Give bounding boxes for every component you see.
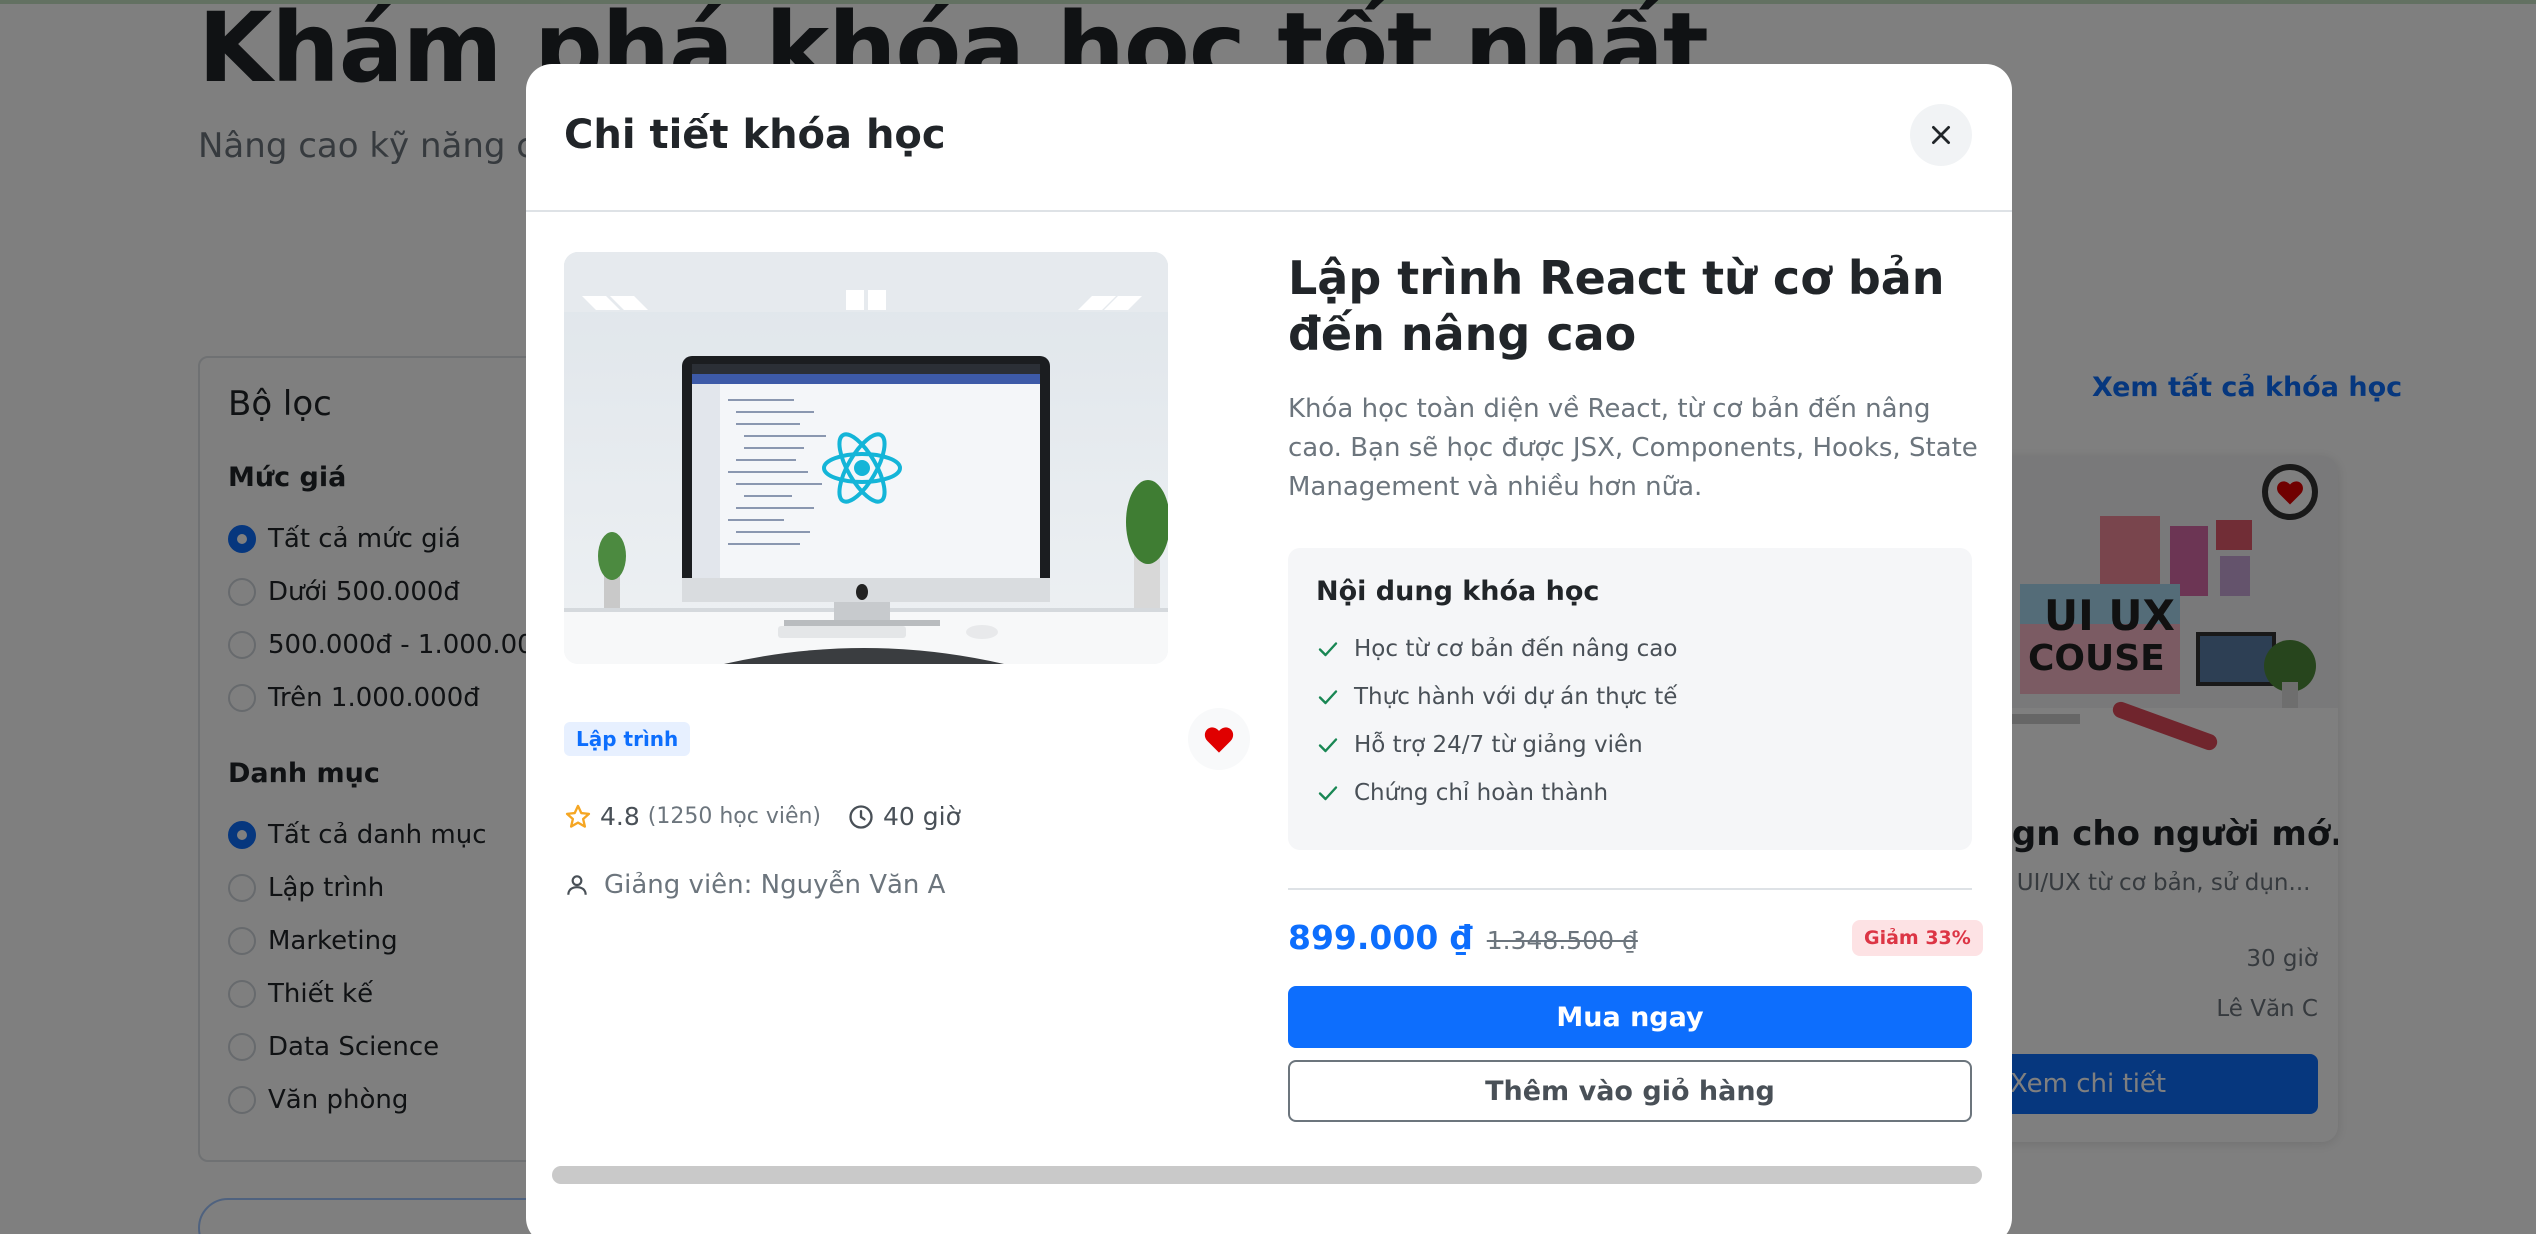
modal-header: Chi tiết khóa học xyxy=(526,64,2012,212)
course-image xyxy=(564,252,1168,664)
divider xyxy=(1288,888,1972,890)
instructor-row: Giảng viên: Nguyễn Văn A xyxy=(564,870,945,900)
content-item: Học từ cơ bản đến nâng cao xyxy=(1316,636,1677,662)
star-icon xyxy=(565,804,591,828)
check-icon xyxy=(1318,786,1338,801)
react-course-illustration xyxy=(564,252,1168,664)
price-row: 899.000 ₫ 1.348.500 ₫ xyxy=(1288,918,1638,957)
content-item: Chứng chỉ hoàn thành xyxy=(1316,780,1608,806)
close-button[interactable] xyxy=(1910,104,1972,166)
course-detail-modal: Chi tiết khóa học Lập trình 4.8 (1250 họ… xyxy=(526,64,2012,1234)
content-item-label: Thực hành với dự án thực tế xyxy=(1354,684,1678,710)
close-icon xyxy=(1932,126,1950,144)
content-item: Thực hành với dự án thực tế xyxy=(1316,684,1677,710)
buy-now-button[interactable]: Mua ngay xyxy=(1288,986,1972,1048)
students-count: (1250 học viên) xyxy=(647,804,822,829)
person-icon xyxy=(567,875,587,895)
content-item-label: Học từ cơ bản đến nâng cao xyxy=(1354,636,1678,662)
favorite-button[interactable] xyxy=(1188,708,1250,770)
heart-icon xyxy=(1204,727,1234,753)
check-icon xyxy=(1318,690,1338,705)
course-title: Lập trình React từ cơ bản đến nâng cao xyxy=(1288,251,1945,361)
category-badge: Lập trình xyxy=(564,722,691,756)
course-content-box: Nội dung khóa học Học từ cơ bản đến nâng… xyxy=(1288,548,1972,850)
course-hours: 40 giờ xyxy=(883,802,961,831)
current-price: 899.000 ₫ xyxy=(1288,918,1473,957)
add-to-cart-button[interactable]: Thêm vào giỏ hàng xyxy=(1288,1060,1972,1122)
rating-value: 4.8 xyxy=(600,802,640,831)
clock-icon xyxy=(849,804,873,829)
content-item: Hỗ trợ 24/7 từ giảng viên xyxy=(1316,732,1643,758)
course-description: Khóa học toàn diện về React, từ cơ bản đ… xyxy=(1288,394,1978,502)
check-icon xyxy=(1318,738,1338,753)
content-item-label: Hỗ trợ 24/7 từ giảng viên xyxy=(1354,732,1643,758)
original-price: 1.348.500 ₫ xyxy=(1486,926,1638,955)
discount-badge: Giảm 33% xyxy=(1852,920,1983,956)
rating-row: 4.8 (1250 học viên) 40 giờ xyxy=(564,802,961,831)
content-item-label: Chứng chỉ hoàn thành xyxy=(1354,780,1609,806)
horizontal-scrollbar[interactable] xyxy=(552,1166,1982,1184)
course-content-title: Nội dung khóa học xyxy=(1316,576,1600,607)
instructor-name: Giảng viên: Nguyễn Văn A xyxy=(604,870,946,900)
check-icon xyxy=(1318,642,1338,657)
modal-title: Chi tiết khóa học xyxy=(564,112,946,158)
